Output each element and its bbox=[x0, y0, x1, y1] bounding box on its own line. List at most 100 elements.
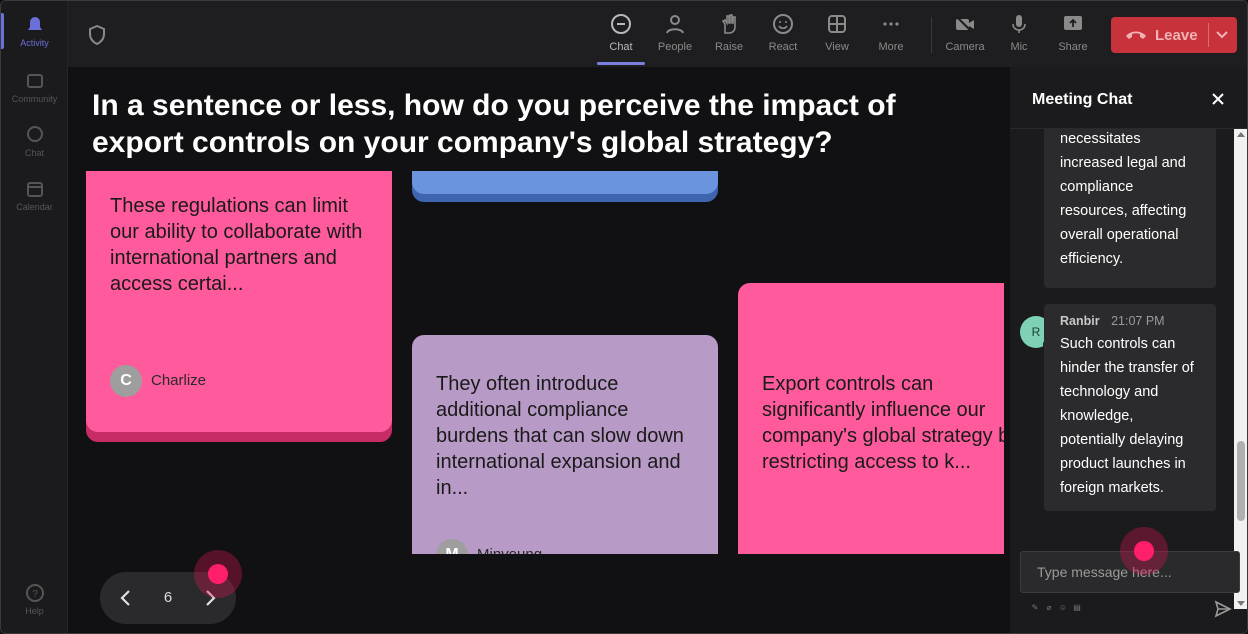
rail-label: Help bbox=[25, 605, 44, 616]
message-line: product launches in bbox=[1060, 456, 1186, 472]
response-card[interactable] bbox=[412, 171, 718, 194]
rail-item-chat[interactable]: Chat bbox=[1, 117, 68, 165]
response-card[interactable]: These regulations can limit our ability … bbox=[86, 171, 392, 432]
chat-message: necessitates increased legal and complia… bbox=[1044, 129, 1216, 288]
more-icon bbox=[883, 22, 899, 26]
response-card[interactable]: Export controls can significantly influe… bbox=[738, 283, 1004, 554]
click-indicator bbox=[194, 550, 242, 598]
leave-label: Leave bbox=[1155, 26, 1198, 44]
response-board: These regulations can limit our ability … bbox=[68, 171, 1004, 554]
toolbar-label: Mic bbox=[1010, 41, 1028, 53]
shield-icon[interactable] bbox=[88, 25, 106, 45]
community-icon bbox=[26, 73, 43, 88]
svg-text:?: ? bbox=[32, 589, 38, 600]
toolbar-divider bbox=[931, 17, 932, 53]
message-line: potentially delaying bbox=[1060, 432, 1184, 448]
rail-item-calendar[interactable]: Calendar bbox=[1, 171, 68, 219]
smiley-icon bbox=[773, 14, 793, 34]
bell-icon bbox=[27, 16, 42, 30]
toolbar-chat-button[interactable]: Chat bbox=[597, 9, 645, 65]
toolbar-raise-button[interactable]: Raise bbox=[705, 9, 753, 61]
avatar: C bbox=[110, 365, 142, 397]
send-icon[interactable] bbox=[1214, 600, 1232, 618]
toolbar-label: Raise bbox=[714, 41, 744, 53]
rail-item-activity[interactable]: Activity bbox=[1, 7, 68, 55]
emoji-icon[interactable]: ☺ bbox=[1058, 603, 1068, 613]
toolbar-more-button[interactable]: More bbox=[867, 9, 915, 61]
gif-icon[interactable]: ▤ bbox=[1072, 603, 1082, 613]
message-line: technology and bbox=[1060, 384, 1159, 400]
toolbar-share-button[interactable]: Share bbox=[1049, 9, 1097, 61]
meeting-chat-panel: Meeting Chat necessitates increased lega… bbox=[1010, 67, 1247, 633]
left-rail: Activity Community Chat Calendar ? Help bbox=[1, 1, 68, 633]
response-text: They often introduce additional complian… bbox=[436, 373, 684, 499]
calendar-icon bbox=[26, 181, 43, 197]
chevron-down-icon[interactable] bbox=[1215, 29, 1229, 41]
toolbar-label: People bbox=[657, 41, 693, 53]
chat-title: Meeting Chat bbox=[1032, 91, 1133, 108]
rail-label: Community bbox=[11, 93, 58, 104]
rail-label: Calendar bbox=[16, 201, 53, 212]
toolbar-label: More bbox=[878, 41, 904, 53]
message-line: increased legal and bbox=[1060, 155, 1186, 171]
mic-icon bbox=[1012, 15, 1026, 33]
toolbar-label: React bbox=[768, 41, 798, 53]
composer-tools: ✎ ⌀ ☺ ▤ bbox=[1030, 603, 1082, 613]
rail-item-community[interactable]: Community bbox=[1, 63, 68, 111]
message-line: knowledge, bbox=[1060, 408, 1134, 424]
attach-icon[interactable]: ⌀ bbox=[1044, 603, 1054, 613]
message-line: Such controls can bbox=[1060, 336, 1176, 352]
leave-divider bbox=[1208, 23, 1209, 47]
scroll-thumb[interactable] bbox=[1237, 441, 1245, 521]
response-text: Export controls can significantly influe… bbox=[762, 373, 1004, 473]
meeting-window: Activity Community Chat Calendar ? Help … bbox=[0, 0, 1248, 634]
rail-label: Activity bbox=[20, 37, 49, 48]
author-name: Charlize bbox=[151, 372, 207, 389]
help-icon: ? bbox=[25, 583, 44, 602]
message-time: 21:07 PM bbox=[1111, 314, 1165, 328]
meeting-toolbar: Chat People Raise React View More Camera bbox=[68, 1, 1247, 67]
rail-item-help[interactable]: ? Help bbox=[1, 575, 68, 623]
message-line: foreign markets. bbox=[1060, 480, 1164, 496]
avatar-initial: R bbox=[1031, 325, 1041, 339]
chat-icon bbox=[26, 125, 43, 142]
click-indicator bbox=[1120, 527, 1168, 575]
page-number: 6 bbox=[163, 589, 173, 606]
question-title: In a sentence or less, how do you percei… bbox=[92, 89, 896, 159]
card-author: M Minyoung bbox=[436, 539, 542, 554]
chevron-left-icon[interactable] bbox=[114, 586, 138, 610]
response-card[interactable]: They often introduce additional complian… bbox=[412, 335, 718, 554]
format-icon[interactable]: ✎ bbox=[1030, 603, 1040, 613]
message-line: necessitates bbox=[1060, 131, 1141, 147]
toolbar-label: Share bbox=[1058, 41, 1088, 53]
avatar: M bbox=[436, 539, 468, 554]
toolbar-react-button[interactable]: React bbox=[759, 9, 807, 61]
toolbar-camera-button[interactable]: Camera bbox=[941, 9, 989, 61]
hang-up-icon bbox=[1126, 31, 1146, 39]
chat-scrollbar[interactable] bbox=[1234, 129, 1247, 609]
camera-off-icon bbox=[955, 15, 974, 34]
message-meta: Ranbir 21:07 PM bbox=[1060, 310, 1200, 332]
raise-hand-icon bbox=[721, 14, 736, 34]
sender-name: Ranbir bbox=[1060, 314, 1100, 328]
message-line: overall operational bbox=[1060, 227, 1179, 243]
toolbar-people-button[interactable]: People bbox=[651, 9, 699, 61]
toolbar-view-button[interactable]: View bbox=[813, 9, 861, 61]
chat-message: Ranbir 21:07 PM Such controls can hinder… bbox=[1044, 304, 1216, 511]
toolbar-label: Camera bbox=[945, 41, 985, 53]
scroll-up-arrow[interactable] bbox=[1237, 132, 1245, 137]
response-text: These regulations can limit our ability … bbox=[110, 195, 363, 295]
message-line: resources, affecting bbox=[1060, 203, 1187, 219]
toolbar-mic-button[interactable]: Mic bbox=[995, 9, 1043, 61]
author-name: Minyoung bbox=[477, 542, 542, 554]
scroll-down-arrow[interactable] bbox=[1237, 601, 1245, 606]
card-author: C Charlize bbox=[110, 365, 206, 397]
toolbar-label: View bbox=[825, 41, 849, 53]
people-icon bbox=[666, 15, 684, 34]
share-icon bbox=[1064, 16, 1082, 30]
leave-button[interactable]: Leave bbox=[1111, 17, 1237, 53]
message-line: hinder the transfer of bbox=[1060, 360, 1194, 376]
chat-bubble-icon bbox=[611, 14, 631, 34]
close-icon[interactable] bbox=[1210, 91, 1226, 107]
toolbar-label: Chat bbox=[609, 41, 633, 53]
